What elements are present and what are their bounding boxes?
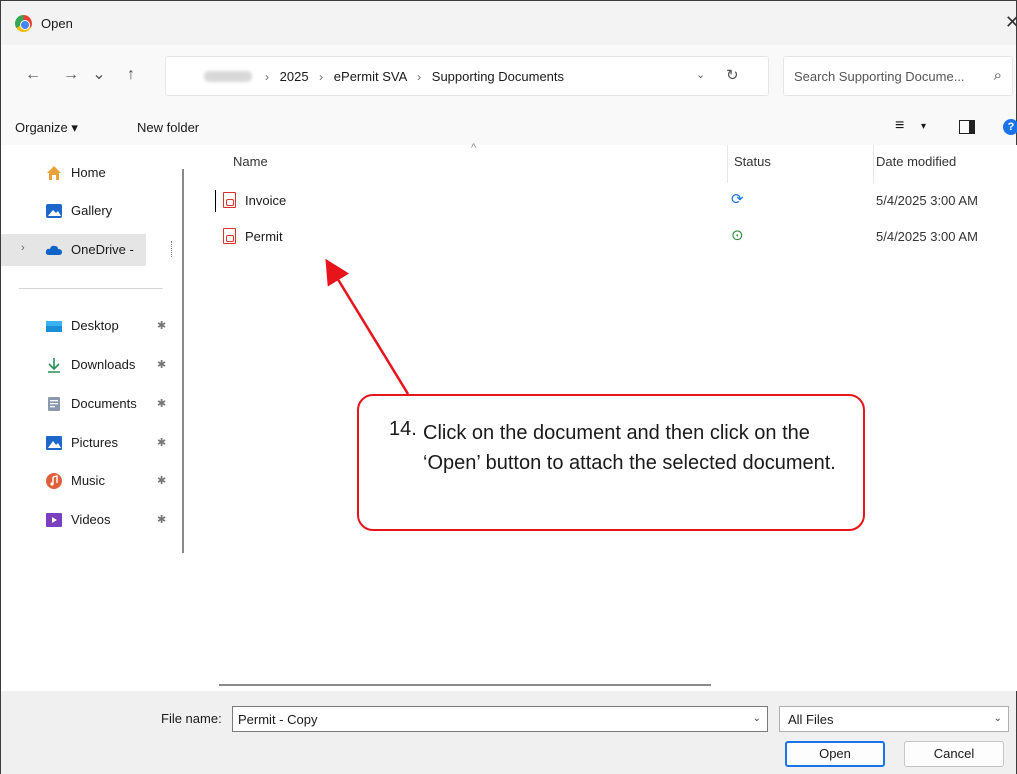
dialog-footer: File name: Permit - Copy ⌄ All Files ⌄ O… [1,691,1016,774]
file-name-field[interactable]: Permit - Copy ⌄ [232,706,768,732]
chevron-down-icon[interactable]: ⌄ [753,713,761,724]
cancel-button[interactable]: Cancel [904,741,1004,767]
file-type-filter[interactable]: All Files ⌄ [779,706,1009,732]
file-open-dialog: Open ✕ ← → ⌄ ↑ › 2025 › ePermit SVA › Su… [0,0,1017,774]
file-name-value[interactable]: Permit - Copy [238,712,317,727]
callout-step-number: 14. [389,418,417,440]
file-name-label: File name: [161,711,222,726]
callout-text: Click on the document and then click on … [423,422,836,474]
instruction-callout: 14. Click on the document and then click… [357,394,865,531]
chevron-down-icon[interactable]: ⌄ [994,713,1002,724]
file-type-value[interactable]: All Files [788,712,834,727]
open-button[interactable]: Open [785,741,885,767]
annotation-arrow [325,258,410,395]
